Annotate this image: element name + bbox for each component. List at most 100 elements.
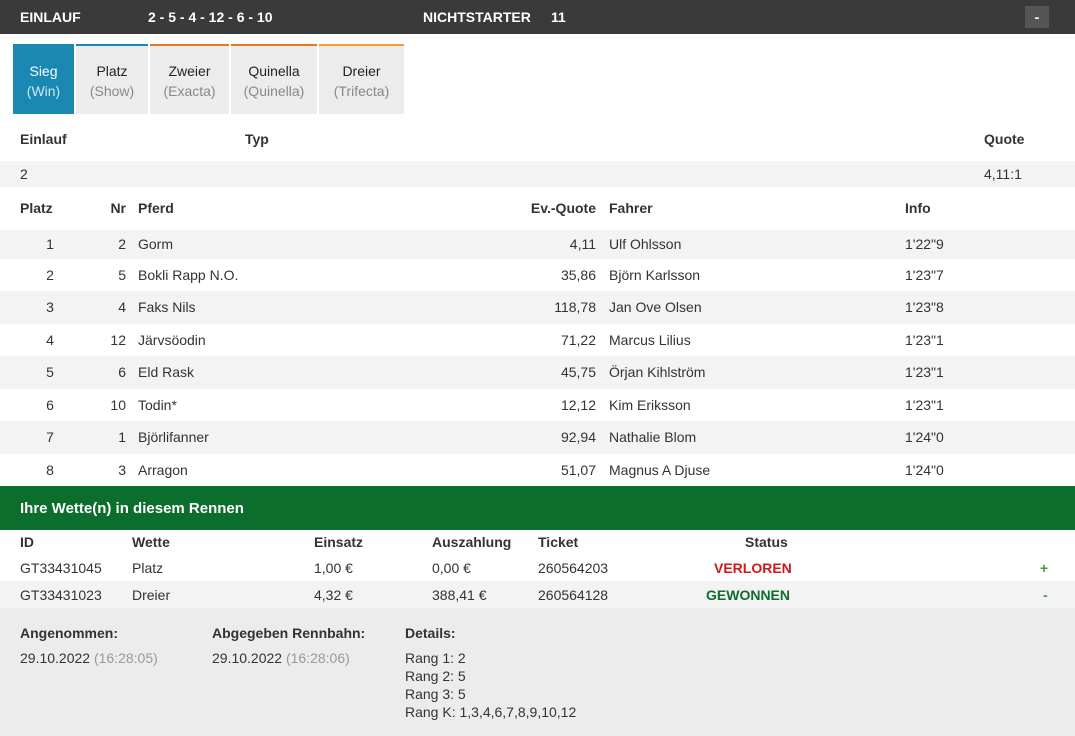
details-label: Details: — [405, 625, 456, 641]
result-quote: 45,75 — [560, 364, 596, 380]
summary-header-typ: Typ — [245, 131, 269, 147]
result-nr: 10 — [110, 397, 126, 413]
result-nr: 3 — [118, 462, 126, 478]
result-fahrer: Ulf Ohlsson — [609, 236, 682, 252]
details-line: Rang 3: 5 — [405, 686, 466, 702]
results-header-nr: Nr — [110, 200, 126, 216]
result-quote: 118,78 — [554, 299, 596, 315]
tab-sublabel: (Exacta) — [163, 83, 216, 99]
bet-id: GT33431045 — [20, 560, 102, 576]
result-pferd: Eld Rask — [138, 364, 195, 380]
bets-title: Ihre Wette(n) in diesem Rennen — [0, 486, 1075, 530]
tab-platz[interactable]: Platz (Show) — [76, 44, 148, 114]
result-row: 1 2 Gorm 4,11 Ulf Ohlsson 1'22"9 — [0, 230, 1075, 259]
details-line: Rang 1: 2 — [405, 650, 466, 666]
result-nr: 6 — [118, 364, 126, 380]
result-platz: 4 — [46, 332, 54, 348]
result-info: 1'23"1 — [905, 397, 944, 413]
bet-status: VERLOREN — [714, 560, 792, 576]
bet-ticket: 260564128 — [538, 587, 609, 603]
tab-sublabel: (Win) — [26, 83, 61, 99]
result-info: 1'23"7 — [905, 267, 944, 283]
result-fahrer: Nathalie Blom — [609, 429, 697, 445]
result-pferd: Gorm — [138, 236, 173, 252]
tab-sieg[interactable]: Sieg (Win) — [13, 44, 74, 114]
result-platz: 2 — [46, 267, 54, 283]
bets-header: ID Wette Einsatz Auszahlung Ticket Statu… — [0, 534, 1075, 554]
result-row: 7 1 Björlifanner 92,94 Nathalie Blom 1'24"0 — [0, 421, 1075, 454]
bet-wette: Dreier — [132, 587, 171, 603]
bet-einsatz: 1,00 € — [314, 560, 353, 576]
collapse-button[interactable]: - — [1043, 587, 1048, 603]
summary-einlauf: 2 — [20, 166, 28, 182]
results-header-pferd: Pferd — [138, 200, 174, 216]
race-result-header: EINLAUF 2 - 5 - 4 - 12 - 6 - 10 NICHTSTA… — [0, 0, 1075, 34]
result-quote: 92,94 — [560, 429, 596, 445]
summary-header: Einlauf Typ Quote — [0, 131, 1075, 151]
result-info: 1'23"8 — [905, 299, 944, 315]
expand-button[interactable]: + — [1040, 560, 1048, 576]
tab-label: Dreier — [342, 63, 381, 79]
tab-zweier[interactable]: Zweier (Exacta) — [150, 44, 229, 114]
bets-header-auszahlung: Auszahlung — [432, 534, 512, 550]
bet-details: Angenommen: 29.10.2022 (16:28:05) Abgege… — [0, 608, 1075, 736]
result-fahrer: Magnus A Djuse — [609, 462, 711, 478]
nichtstarter-value: 11 — [551, 9, 566, 25]
result-row: 8 3 Arragon 51,07 Magnus A Djuse 1'24"0 — [0, 454, 1075, 486]
result-row: 4 12 Järvsöodin 71,22 Marcus Lilius 1'23"1 — [0, 324, 1075, 356]
result-platz: 8 — [46, 462, 54, 478]
result-platz: 3 — [46, 299, 54, 315]
tab-sublabel: (Show) — [89, 83, 135, 99]
results-header: Platz Nr Pferd Ev.-Quote Fahrer Info — [0, 200, 1075, 220]
result-quote: 71,22 — [560, 332, 596, 348]
result-platz: 7 — [46, 429, 54, 445]
result-quote: 4,11 — [569, 236, 596, 252]
bets-header-id: ID — [20, 534, 34, 550]
summary-row: 2 4,11:1 — [0, 161, 1075, 187]
bet-wette: Platz — [132, 560, 164, 576]
bet-ticket: 260564203 — [538, 560, 609, 576]
details-line: Rang K: 1,3,4,6,7,8,9,10,12 — [405, 704, 577, 720]
tab-quinella[interactable]: Quinella (Quinella) — [231, 44, 317, 114]
result-nr: 12 — [110, 332, 126, 348]
tab-dreier[interactable]: Dreier (Trifecta) — [319, 44, 404, 114]
tab-sublabel: (Trifecta) — [333, 83, 390, 99]
bets-header-ticket: Ticket — [538, 534, 579, 550]
result-fahrer: Jan Ove Olsen — [609, 299, 702, 315]
bets-header-einsatz: Einsatz — [314, 534, 364, 550]
results-header-fahrer: Fahrer — [609, 200, 653, 216]
abgegeben-date: 29.10.2022 — [212, 650, 283, 666]
abgegeben-value: 29.10.2022 (16:28:06) — [212, 650, 350, 666]
result-row: 6 10 Todin* 12,12 Kim Eriksson 1'23"1 — [0, 389, 1075, 421]
result-row: 5 6 Eld Rask 45,75 Örjan Kihlström 1'23"1 — [0, 356, 1075, 389]
result-nr: 4 — [118, 299, 126, 315]
summary-header-einlauf: Einlauf — [20, 131, 67, 147]
nichtstarter-label: NICHTSTARTER — [423, 9, 531, 25]
tab-label: Zweier — [168, 63, 211, 79]
tab-label: Quinella — [248, 63, 300, 79]
result-nr: 2 — [118, 236, 126, 252]
results-header-quote: Ev.-Quote — [530, 200, 596, 216]
bet-type-tabs: Sieg (Win) Platz (Show) Zweier (Exacta) … — [13, 44, 404, 114]
angenommen-label: Angenommen: — [20, 625, 118, 641]
result-info: 1'24"0 — [905, 462, 944, 478]
results-header-platz: Platz — [20, 200, 53, 216]
result-fahrer: Kim Eriksson — [609, 397, 691, 413]
bets-header-status: Status — [745, 534, 788, 550]
result-nr: 5 — [118, 267, 126, 283]
result-row: 2 5 Bokli Rapp N.O. 35,86 Björn Karlsson 1'23… — [0, 259, 1075, 291]
bet-row[interactable]: GT33431023 Dreier 4,32 € 388,41 € 260564… — [0, 581, 1075, 608]
result-quote: 12,12 — [560, 397, 596, 413]
result-info: 1'23"1 — [905, 364, 944, 380]
abgegeben-time: (16:28:06) — [285, 650, 350, 666]
collapse-button[interactable]: - — [1025, 6, 1049, 28]
result-platz: 5 — [46, 364, 54, 380]
angenommen-value: 29.10.2022 (16:28:05) — [20, 650, 158, 666]
bet-auszahlung: 0,00 € — [432, 560, 471, 576]
tab-label: Sieg — [29, 63, 58, 79]
result-pferd: Bokli Rapp N.O. — [138, 267, 239, 283]
bet-row[interactable]: GT33431045 Platz 1,00 € 0,00 € 260564203… — [0, 555, 1075, 581]
result-pferd: Björlifanner — [138, 429, 209, 445]
result-pferd: Faks Nils — [138, 299, 196, 315]
einlauf-label: EINLAUF — [20, 9, 81, 25]
